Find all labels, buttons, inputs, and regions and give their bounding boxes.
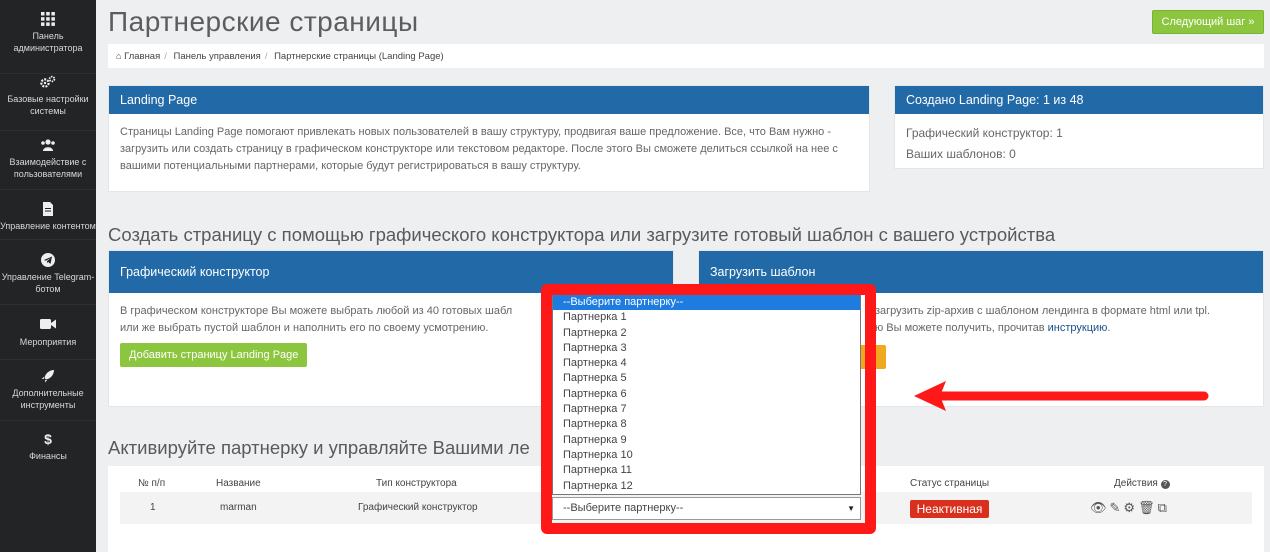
breadcrumb: ⌂ Главная / Панель управления / Партнерски…: [108, 44, 1264, 68]
column-header: Тип конструктора: [376, 478, 457, 489]
partner-select-value: --Выберите партнерку--: [563, 502, 684, 514]
add-landing-page-button[interactable]: Добавить страницу Landing Page: [120, 343, 308, 367]
partner-select[interactable]: --Выберите партнерку-- ▼: [552, 497, 861, 520]
sidebar-item-base-settings[interactable]: Базовые настройки системы: [0, 75, 96, 131]
dropdown-option[interactable]: Партнерка 9: [553, 433, 860, 448]
dropdown-option[interactable]: Партнерка 3: [553, 341, 860, 356]
sidebar-item-content[interactable]: Управление контентом: [0, 202, 96, 240]
sidebar-item-tools[interactable]: Дополнительные инструменты: [0, 369, 96, 421]
description-text: .: [1107, 322, 1111, 334]
sidebar-item-finance[interactable]: $ Финансы: [0, 432, 96, 466]
breadcrumb-home-link[interactable]: Главная: [124, 51, 160, 62]
created-count-panel: Создано Landing Page: 1 из 48 Графически…: [894, 85, 1264, 169]
breadcrumb-dashboard-link[interactable]: Панель управления: [174, 51, 261, 62]
sidebar-item-users[interactable]: Взаимодействие с пользователями: [0, 138, 96, 190]
row-constructor-type: Графический конструктор: [358, 502, 478, 513]
sidebar: Панель администратора Базовые настройки …: [0, 0, 96, 552]
sidebar-item-admin-panel[interactable]: Панель администратора: [0, 12, 96, 74]
panel-title: Графический конструктор: [109, 251, 673, 293]
sidebar-item-label: Дополнительные инструменты: [12, 388, 84, 410]
partner-select-dropdown[interactable]: --Выберите партнерку-- Партнерка 1 Партн…: [552, 294, 861, 495]
dropdown-option[interactable]: --Выберите партнерку--: [553, 295, 860, 311]
panel-title: Создано Landing Page: 1 из 48: [895, 86, 1263, 114]
dropdown-option[interactable]: Партнерка 7: [553, 402, 860, 417]
dropdown-option[interactable]: Партнерка 8: [553, 417, 860, 432]
templates-stat: Ваших шаблонов: 0: [906, 144, 1252, 165]
dropdown-option[interactable]: Партнерка 2: [553, 326, 860, 341]
rocket-icon: [0, 369, 96, 383]
dropdown-option[interactable]: Партнерка 4: [553, 356, 860, 371]
stat-value: 0: [1009, 147, 1016, 161]
copy-icon[interactable]: ⧉: [1158, 500, 1170, 515]
instruction-link[interactable]: инструкцию: [1048, 322, 1108, 334]
row-name: marman: [220, 502, 257, 513]
description-line: ю Вы можете получить, прочитав инструкци…: [875, 320, 1252, 337]
column-header: № п/п: [138, 478, 166, 489]
sidebar-item-telegram[interactable]: Управление Telegram-ботом: [0, 253, 96, 305]
panel-description: Страницы Landing Page помогают привлекат…: [120, 126, 838, 172]
activate-section-title: Активируйте партнерку и управляйте Вашим…: [108, 437, 530, 458]
column-header: Название: [216, 478, 261, 489]
file-icon: [0, 202, 96, 216]
next-step-button[interactable]: Следующий шаг »: [1152, 10, 1264, 34]
dropdown-option[interactable]: Партнерка 11: [553, 463, 860, 478]
sidebar-item-label: Взаимодействие с пользователями: [9, 157, 87, 179]
status-badge: Неактивная: [910, 500, 989, 518]
landing-page-panel: Landing Page Страницы Landing Page помог…: [108, 85, 870, 192]
stat-value: 1: [1056, 126, 1063, 140]
stat-label: Ваших шаблонов:: [906, 147, 1006, 161]
trash-icon[interactable]: 🗑: [1138, 500, 1158, 515]
sidebar-item-label: Финансы: [29, 451, 67, 461]
sidebar-item-label: Панель администратора: [13, 31, 83, 53]
row-number: 1: [150, 502, 156, 513]
users-icon: [0, 138, 96, 152]
sidebar-item-label: Мероприятия: [19, 337, 77, 347]
dropdown-option[interactable]: Партнерка 6: [553, 387, 860, 402]
dropdown-option[interactable]: Партнерка 5: [553, 371, 860, 386]
page-title: Партнерские страницы: [108, 6, 419, 37]
view-icon[interactable]: 👁: [1090, 500, 1110, 515]
chevron-down-icon: ▼: [847, 504, 855, 513]
gears-icon: [0, 75, 96, 89]
stat-label: Графический конструктор:: [906, 126, 1053, 140]
description-line: загрузить zip-архив с шаблоном лендинга …: [875, 305, 1211, 317]
panel-title: Landing Page: [109, 86, 869, 114]
dropdown-option[interactable]: Партнерка 1: [553, 310, 860, 325]
breadcrumb-current: Партнерские страницы (Landing Page): [274, 51, 444, 62]
panel-title: Загрузить шаблон: [699, 251, 1263, 293]
sidebar-item-label: Управление Telegram-ботом: [1, 272, 95, 294]
description-text: ю Вы можете получить, прочитав: [875, 322, 1045, 334]
panel-stats: Графический конструктор: 1 Ваших шаблоно…: [895, 114, 1263, 175]
sidebar-item-label: Управление контентом: [0, 221, 96, 231]
help-icon[interactable]: ?: [1160, 480, 1170, 489]
telegram-icon: [0, 253, 96, 267]
graphic-constructor-stat: Графический конструктор: 1: [906, 123, 1252, 144]
create-section-title: Создать страницу с помощью графического …: [108, 224, 1056, 245]
row-actions: 👁✎⚙🗑⧉: [1090, 500, 1170, 516]
sidebar-item-label: Базовые настройки системы: [7, 94, 89, 116]
dropdown-option[interactable]: Партнерка 12: [553, 479, 860, 494]
video-icon: [0, 318, 96, 332]
gear-icon[interactable]: ⚙: [1123, 500, 1138, 515]
dollar-icon: $: [44, 431, 52, 447]
sidebar-item-events[interactable]: Мероприятия: [0, 318, 96, 360]
arrow-icon: [914, 381, 1209, 411]
grid-icon: [0, 12, 96, 26]
actions-header-label: Действия: [1114, 478, 1158, 489]
dropdown-option[interactable]: Партнерка 10: [553, 448, 860, 463]
home-icon: ⌂: [116, 51, 122, 61]
edit-icon[interactable]: ✎: [1110, 500, 1124, 515]
column-header: Действия ?: [1114, 478, 1170, 489]
column-header: Статус страницы: [910, 478, 990, 489]
